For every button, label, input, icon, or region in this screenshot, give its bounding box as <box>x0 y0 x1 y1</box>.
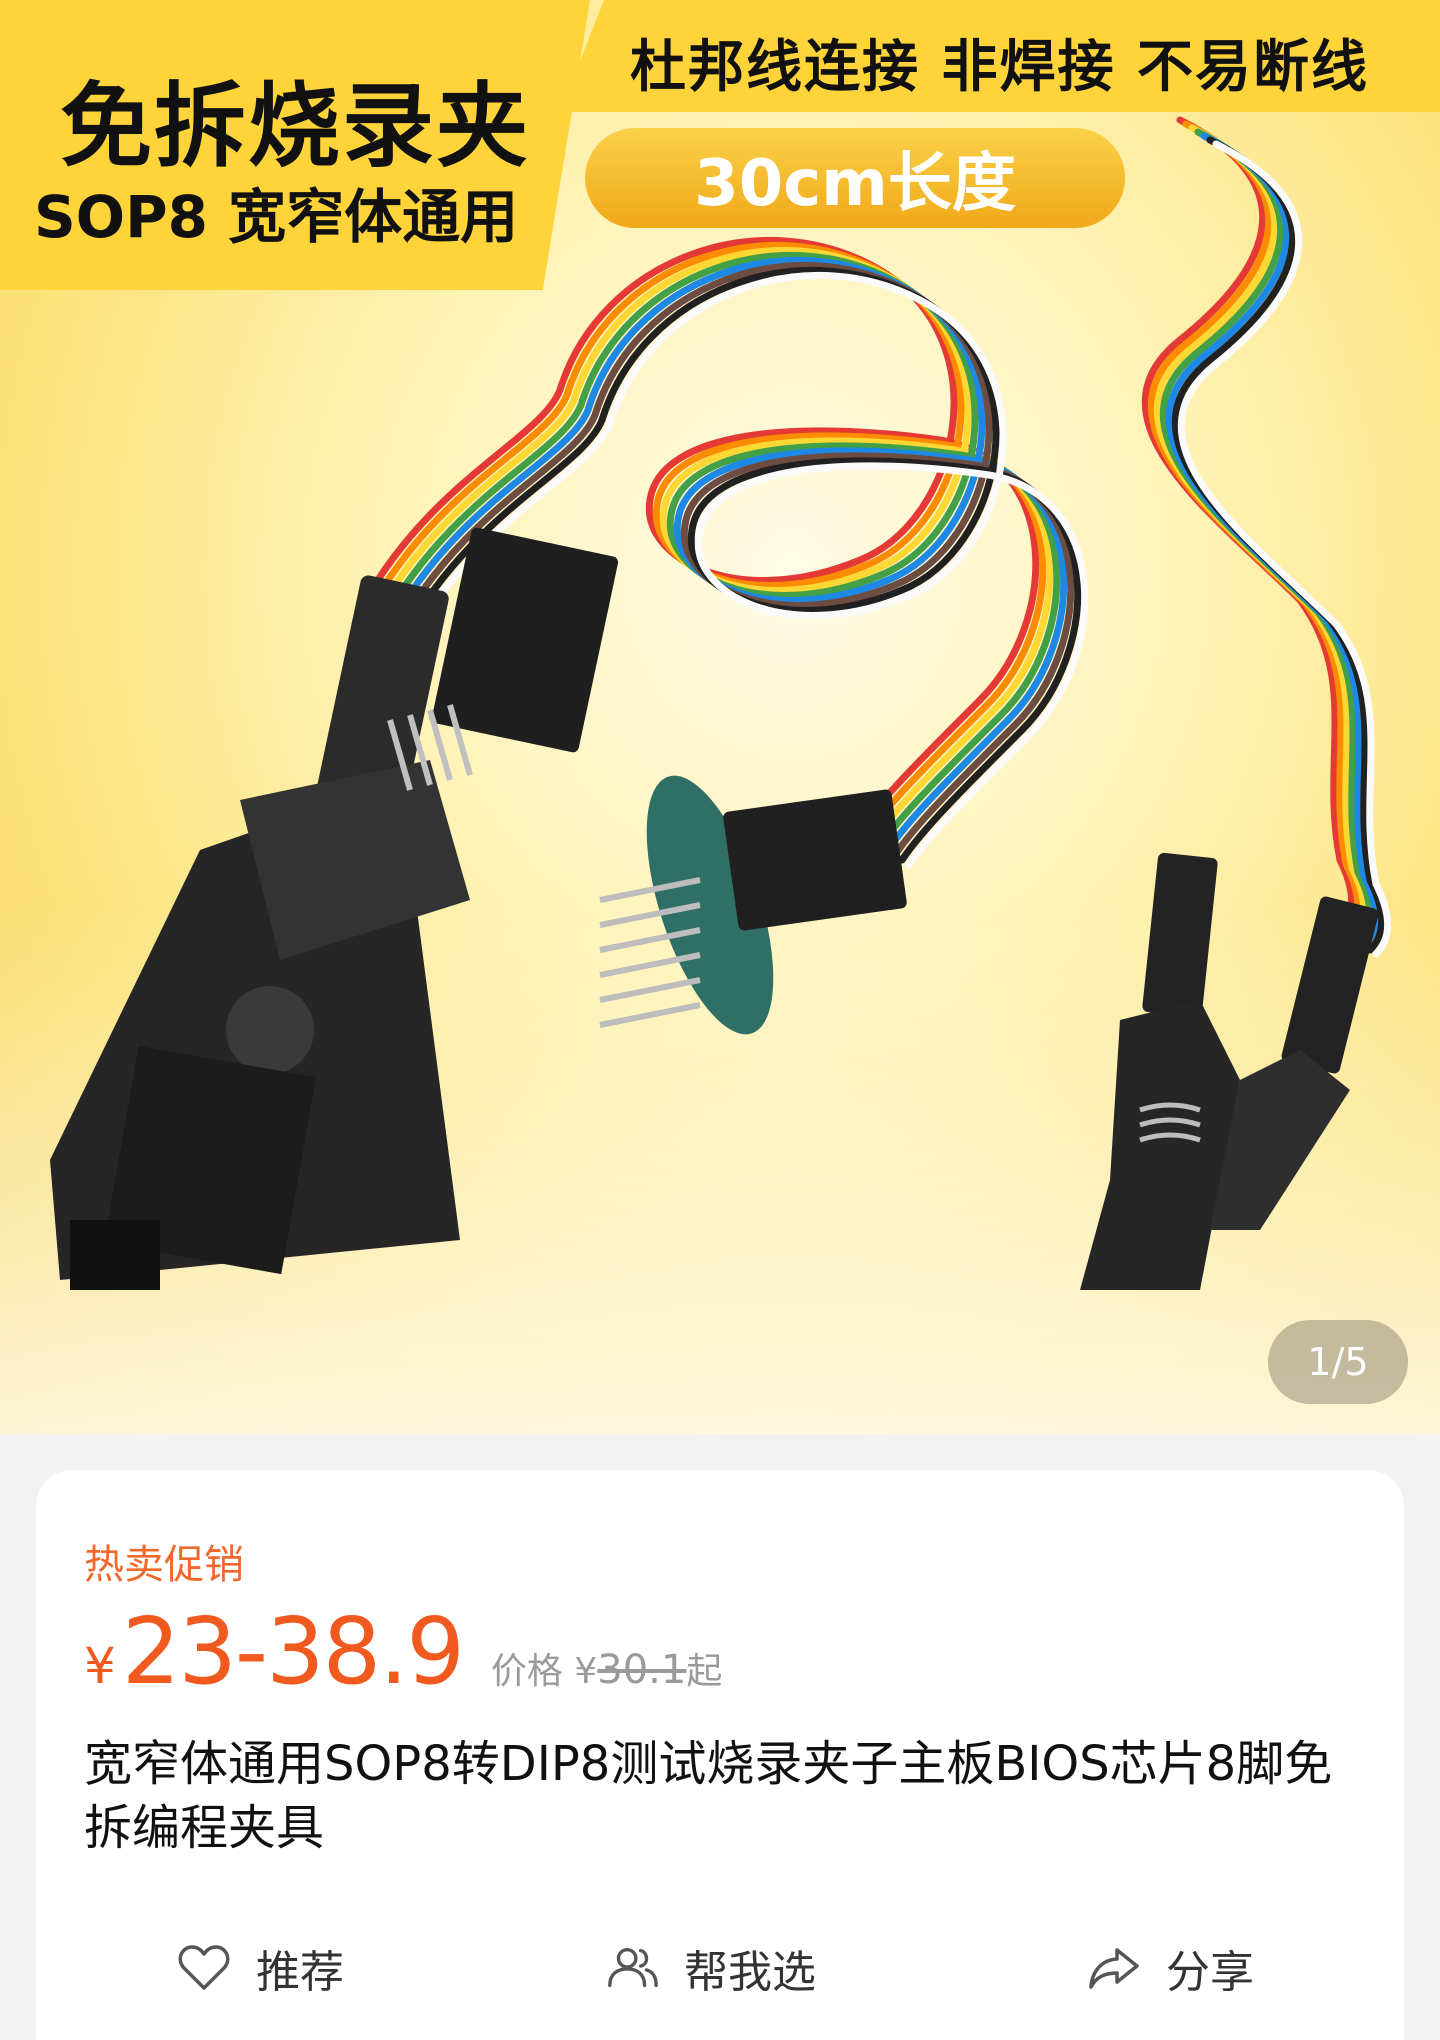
rainbow-ribbon-cable-right <box>1141 116 1392 958</box>
currency-symbol: ¥ <box>84 1637 116 1695</box>
feature-banner: 杜邦线连接 非焊接 不易断线 <box>560 0 1440 112</box>
action-bar: 推荐 帮我选 分享 <box>36 1928 1404 2008</box>
original-price-label: 价格 ¥ <box>490 1651 598 1692</box>
promo-label: 热卖促销 <box>84 1542 244 1588</box>
original-price-suffix: 起 <box>686 1651 723 1692</box>
large-sop8-clip <box>50 527 619 1290</box>
product-info-card: 热卖促销 ¥ 23-38.9 价格 ¥ 30.1 起 宽窄体通用SOP8转DIP… <box>36 1470 1404 2040</box>
share-label: 分享 <box>1166 1947 1254 1998</box>
original-price: 30.1 <box>597 1647 687 1693</box>
length-badge: 30cm长度 <box>585 128 1125 228</box>
product-image[interactable]: 免拆烧录夹 SOP8 宽窄体通用 杜邦线连接 非焊接 不易断线 30cm长度 1… <box>0 0 1440 1435</box>
recommend-button[interactable]: 推荐 <box>176 1928 344 2008</box>
help-me-choose-button[interactable]: 帮我选 <box>604 1928 816 2008</box>
recommend-label: 推荐 <box>256 1947 344 1998</box>
banner-subtitle: SOP8 宽窄体通用 <box>34 183 519 251</box>
feature-text: 杜邦线连接 非焊接 不易断线 <box>630 35 1369 100</box>
share-icon <box>1086 1940 1142 1996</box>
gallery-counter-text: 1/5 <box>1307 1340 1369 1384</box>
gallery-counter: 1/5 <box>1268 1320 1408 1404</box>
heart-icon <box>176 1940 232 1996</box>
length-badge-text: 30cm长度 <box>694 147 1016 221</box>
small-sop8-clip <box>1080 852 1379 1290</box>
product-title: 宽窄体通用SOP8转DIP8测试烧录夹子主板BIOS芯片8脚免拆编程夹具 <box>84 1736 1333 1856</box>
dip8-adapter-board <box>599 775 907 1035</box>
users-icon <box>604 1940 660 1996</box>
share-button[interactable]: 分享 <box>1086 1928 1254 2008</box>
price-range: 23-38.9 <box>121 1598 465 1705</box>
promo-banner: 免拆烧录夹 SOP8 宽窄体通用 <box>0 0 590 290</box>
help-me-choose-label: 帮我选 <box>684 1947 816 1998</box>
price-row: ¥ 23-38.9 价格 ¥ 30.1 起 <box>84 1598 723 1705</box>
banner-title: 免拆烧录夹 <box>60 73 531 180</box>
